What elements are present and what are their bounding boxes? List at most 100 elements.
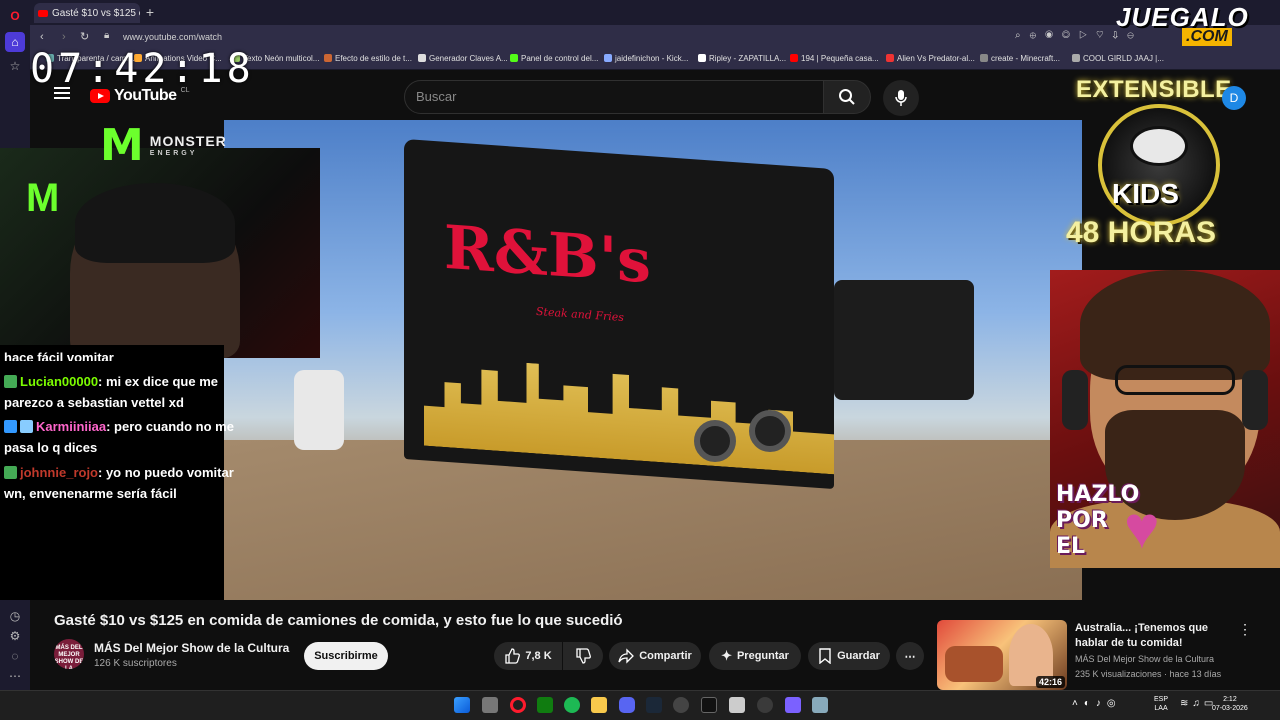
taskbar-clock[interactable]: 2:12 07-03-2026 — [1212, 695, 1248, 713]
recommended-menu-icon[interactable]: ⋮ — [1238, 621, 1252, 638]
save-label: Guardar — [837, 650, 880, 662]
juegalo-domain: .COM — [1182, 28, 1232, 46]
chat-message: Karmiiniiaa: pero cuando no me pasa lo q… — [4, 416, 238, 458]
lock-icon: 🔒︎ — [104, 30, 110, 41]
home-icon[interactable]: ⌂ — [5, 32, 25, 52]
keyboard-language[interactable]: ESP LAA — [1154, 695, 1168, 713]
monster-m: M — [100, 120, 144, 171]
extensible-kids: KIDS — [1112, 178, 1179, 209]
heart-icon: ♥ — [1124, 494, 1160, 561]
video-propane-tank — [294, 370, 344, 450]
ask-label: Preguntar — [736, 650, 789, 662]
avatar-hair — [1080, 270, 1270, 380]
file-explorer-icon[interactable] — [591, 697, 607, 713]
history-icon[interactable]: ◷ — [5, 606, 25, 626]
chat-message: hace fácil vomitar — [4, 347, 238, 361]
dislike-button[interactable] — [563, 642, 603, 670]
reload-icon[interactable]: ↻ — [80, 30, 89, 43]
chat-message: johnnie_rojo: yo no puedo vomitar wn, en… — [4, 462, 238, 504]
video-background-truck — [834, 280, 974, 400]
channel-avatar[interactable]: MÁS DEL MEJOR SHOW DE LA CULTURA — [54, 639, 84, 669]
search-box[interactable] — [404, 80, 824, 114]
subscribe-button[interactable]: Suscribirme — [304, 642, 388, 670]
tab-strip — [30, 0, 1280, 25]
chrome-icon[interactable] — [757, 697, 773, 713]
task-view-icon[interactable] — [482, 697, 498, 713]
bookmark-item[interactable]: create - Minecraft... — [980, 54, 1060, 63]
video-truck-wheel — [694, 420, 736, 462]
app-icon[interactable] — [785, 697, 801, 713]
new-tab-button[interactable]: + — [143, 5, 157, 19]
language-layout: LAA — [1154, 705, 1168, 712]
url-field[interactable]: www.youtube.com/watch — [123, 32, 222, 42]
opera-logo-icon[interactable]: O — [5, 6, 25, 26]
channel-name[interactable]: MÁS Del Mejor Show de la Cultura — [94, 641, 289, 655]
ghost-mascot-icon — [1130, 126, 1188, 166]
like-button[interactable]: 7,8 K — [494, 642, 562, 670]
xbox-icon[interactable] — [537, 697, 553, 713]
thumbs-up-icon — [505, 648, 521, 664]
star-icon[interactable]: ☆ — [5, 56, 25, 76]
minecraft-icon[interactable] — [729, 697, 745, 713]
spotify-icon[interactable] — [564, 697, 580, 713]
bookmark-item[interactable]: Panel de control del... — [510, 54, 598, 63]
share-button[interactable]: Compartir — [609, 642, 701, 670]
bookmark-item[interactable]: Generador Claves A... — [418, 54, 508, 63]
youtube-favicon-icon — [38, 9, 48, 17]
video-truck-logo: R&B's — [444, 212, 651, 298]
thumbnail-burger — [945, 646, 1003, 682]
user-avatar[interactable]: D — [1222, 86, 1246, 110]
video-truck-wheel — [749, 410, 791, 452]
bookmark-item[interactable]: 194 | Pequeña casa... — [790, 54, 879, 63]
chat-badge-icon — [4, 420, 17, 433]
mic-icon — [895, 90, 907, 106]
recommended-title[interactable]: Australia... ¡Tenemos que hablar de tu c… — [1075, 621, 1235, 651]
share-label: Compartir — [639, 650, 692, 662]
language-code: ESP — [1154, 696, 1169, 703]
windows-start-icon[interactable] — [454, 697, 470, 713]
save-button[interactable]: Guardar — [808, 642, 890, 670]
voice-search-button[interactable] — [883, 80, 919, 116]
bookmark-item[interactable]: Alien Vs Predator-al... — [886, 54, 975, 63]
more-icon[interactable]: ⋯ — [5, 666, 25, 686]
system-tray-icons[interactable]: ˄◐♪◎ — [1072, 698, 1122, 709]
bookmark-item[interactable]: COOL GIRLD JAAJ |... — [1072, 54, 1164, 63]
bulb-icon[interactable]: ◌ — [5, 646, 25, 666]
thumbs-down-icon — [576, 648, 591, 664]
like-count: 7,8 K — [525, 650, 552, 662]
opera-gx-icon[interactable] — [510, 697, 526, 713]
monster-line2: ENERGY — [149, 149, 198, 157]
chat-badge-icon — [4, 375, 17, 388]
monster-text: MONSTER ENERGY — [150, 134, 227, 157]
chat-badge-icon — [20, 420, 33, 433]
recommended-channel[interactable]: MÁS Del Mejor Show de la Cultura — [1075, 654, 1214, 664]
tab-youtube[interactable]: Gasté $10 vs $125 en com — [34, 3, 140, 23]
more-actions-button[interactable]: ⋯ — [896, 642, 924, 670]
bookmark-item[interactable]: jaidefinichon - Kick... — [604, 54, 688, 63]
streamer-webcam: M — [0, 148, 320, 358]
bookmark-icon — [819, 648, 831, 664]
bookmark-item[interactable]: Ripley - ZAPATILLA... — [698, 54, 786, 63]
back-icon[interactable]: ‹ — [40, 31, 44, 43]
monster-energy-logo: M MONSTER ENERGY — [100, 118, 227, 174]
subscriber-count: 126 K suscriptores — [94, 658, 177, 669]
capcut-icon[interactable] — [701, 697, 717, 713]
search-button[interactable] — [823, 80, 871, 114]
more-horizontal-icon: ⋯ — [904, 650, 916, 663]
chat-text: hace fácil vomitar — [4, 350, 114, 361]
video-player[interactable]: R&B's Steak and Fries — [224, 120, 1082, 600]
forward-icon[interactable]: › — [62, 31, 66, 43]
bookmark-item[interactable]: Efecto de estilo de t... — [324, 54, 412, 63]
discord-icon[interactable] — [619, 697, 635, 713]
tab-title: Gasté $10 vs $125 en com — [52, 7, 140, 19]
chat-username: johnnie_rojo — [20, 465, 98, 480]
steam-icon[interactable] — [646, 697, 662, 713]
settings-icon[interactable]: ⚙ — [5, 626, 25, 646]
search-icon — [839, 89, 855, 105]
ask-button[interactable]: ✦ Preguntar — [709, 642, 801, 670]
video-title: Gasté $10 vs $125 en comida de camiones … — [54, 612, 623, 629]
search-input[interactable]: Buscar — [416, 89, 456, 104]
chat-message: Lucian00000: mi ex dice que me parezco a… — [4, 371, 238, 413]
obs-icon[interactable] — [673, 697, 689, 713]
notepad-icon[interactable] — [812, 697, 828, 713]
